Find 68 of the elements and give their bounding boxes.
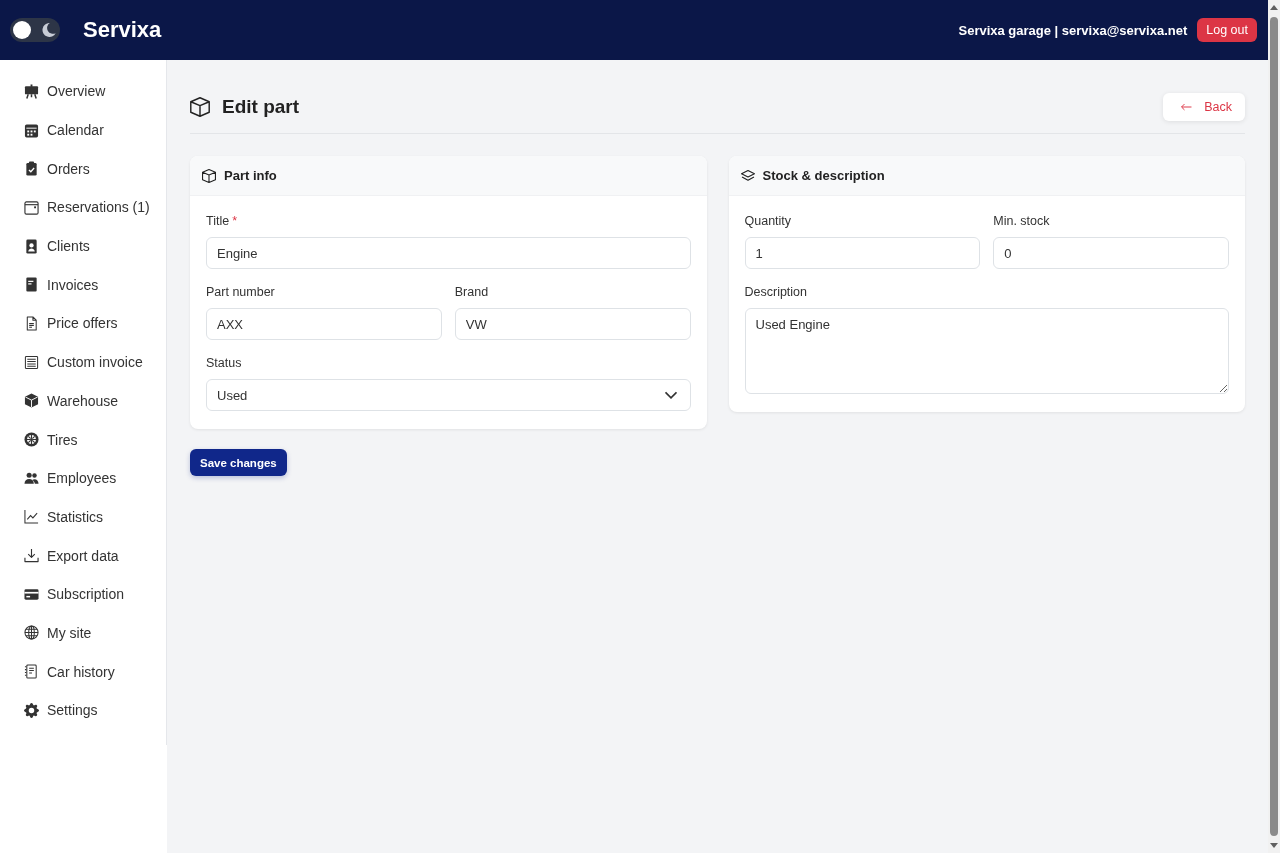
gear-icon bbox=[24, 702, 39, 718]
globe-icon bbox=[24, 625, 39, 641]
sidebar-item[interactable]: Calendar bbox=[0, 110, 166, 150]
field-label: Description bbox=[744, 284, 809, 300]
easel-icon bbox=[24, 83, 39, 99]
receipt-icon bbox=[24, 277, 39, 293]
scrollbar-thumb[interactable] bbox=[1270, 17, 1278, 836]
line-chart-icon bbox=[24, 509, 39, 525]
sidebar-item[interactable]: Tires bbox=[0, 420, 166, 459]
notebook-icon bbox=[24, 664, 39, 680]
field-label: Part number bbox=[206, 284, 276, 300]
field-label: Title * bbox=[206, 213, 239, 229]
sidebar-item[interactable]: Settings bbox=[0, 691, 166, 730]
field-label: Status bbox=[206, 355, 243, 371]
sidebar-item[interactable]: Warehouse bbox=[0, 381, 166, 421]
sidebar-item[interactable]: Car history bbox=[0, 652, 166, 691]
calendar-icon bbox=[24, 122, 39, 138]
wheel-icon bbox=[24, 432, 39, 448]
brand-name: Servixa bbox=[83, 17, 162, 43]
arrow-left-icon bbox=[1181, 102, 1193, 112]
back-button[interactable]: Back bbox=[1163, 93, 1245, 121]
sidebar-item[interactable]: Orders bbox=[0, 149, 166, 189]
moon-icon bbox=[42, 23, 56, 37]
input-field[interactable]: AXX bbox=[206, 308, 442, 340]
sidebar-item[interactable]: Overview bbox=[0, 72, 166, 111]
scrollbar[interactable] bbox=[1268, 0, 1280, 853]
sidebar-item[interactable]: Reservations (1) bbox=[0, 188, 166, 227]
person-badge-icon bbox=[24, 238, 39, 254]
scroll-down-icon[interactable] bbox=[1270, 843, 1278, 848]
input-field[interactable]: VW bbox=[454, 308, 691, 340]
sidebar-item[interactable]: Clients bbox=[0, 226, 166, 266]
save-button[interactable]: Save changes bbox=[190, 449, 287, 476]
sidebar-item[interactable]: Subscription bbox=[0, 574, 166, 614]
people-icon bbox=[24, 470, 39, 486]
box-icon bbox=[202, 168, 216, 183]
theme-toggle[interactable] bbox=[10, 18, 60, 42]
newspaper-icon bbox=[24, 354, 39, 370]
logout-button[interactable]: Log out bbox=[1197, 18, 1257, 42]
card-title: Part info bbox=[224, 168, 277, 183]
document-icon bbox=[24, 315, 39, 331]
credit-card-icon bbox=[24, 586, 39, 602]
input-field[interactable]: 0 bbox=[993, 237, 1229, 269]
field-label: Quantity bbox=[744, 213, 793, 229]
select-field[interactable]: Used bbox=[206, 379, 691, 411]
input-field[interactable]: 1 bbox=[744, 237, 981, 269]
download-icon bbox=[24, 548, 39, 564]
sidebar-item[interactable]: Invoices bbox=[0, 265, 166, 305]
sidebar-item[interactable]: Custom invoice bbox=[0, 342, 166, 382]
sidebar-item[interactable]: Export data bbox=[0, 536, 166, 575]
sidebar-item[interactable]: My site bbox=[0, 613, 166, 653]
clipboard-check-icon bbox=[24, 161, 39, 177]
chevron-down-icon bbox=[664, 389, 677, 401]
layers-icon bbox=[740, 168, 755, 183]
box-icon bbox=[190, 97, 210, 117]
card-title: Stock & description bbox=[762, 168, 885, 183]
input-field[interactable]: Engine bbox=[206, 237, 691, 269]
sidebar-item[interactable]: Employees bbox=[0, 458, 166, 498]
page-title: Edit part bbox=[222, 96, 300, 118]
field-label: Brand bbox=[454, 284, 490, 300]
sidebar-item[interactable]: Statistics bbox=[0, 497, 166, 537]
calendar-icon bbox=[24, 199, 39, 215]
box-icon bbox=[24, 393, 39, 409]
scroll-up-icon[interactable] bbox=[1270, 5, 1278, 10]
account-info: Servixa garage | servixa@servixa.net bbox=[958, 22, 1188, 38]
sidebar-item[interactable]: Price offers bbox=[0, 304, 166, 343]
textarea-field[interactable]: Used Engine bbox=[744, 308, 1229, 394]
toggle-knob bbox=[13, 21, 31, 39]
field-label: Min. stock bbox=[993, 213, 1051, 229]
